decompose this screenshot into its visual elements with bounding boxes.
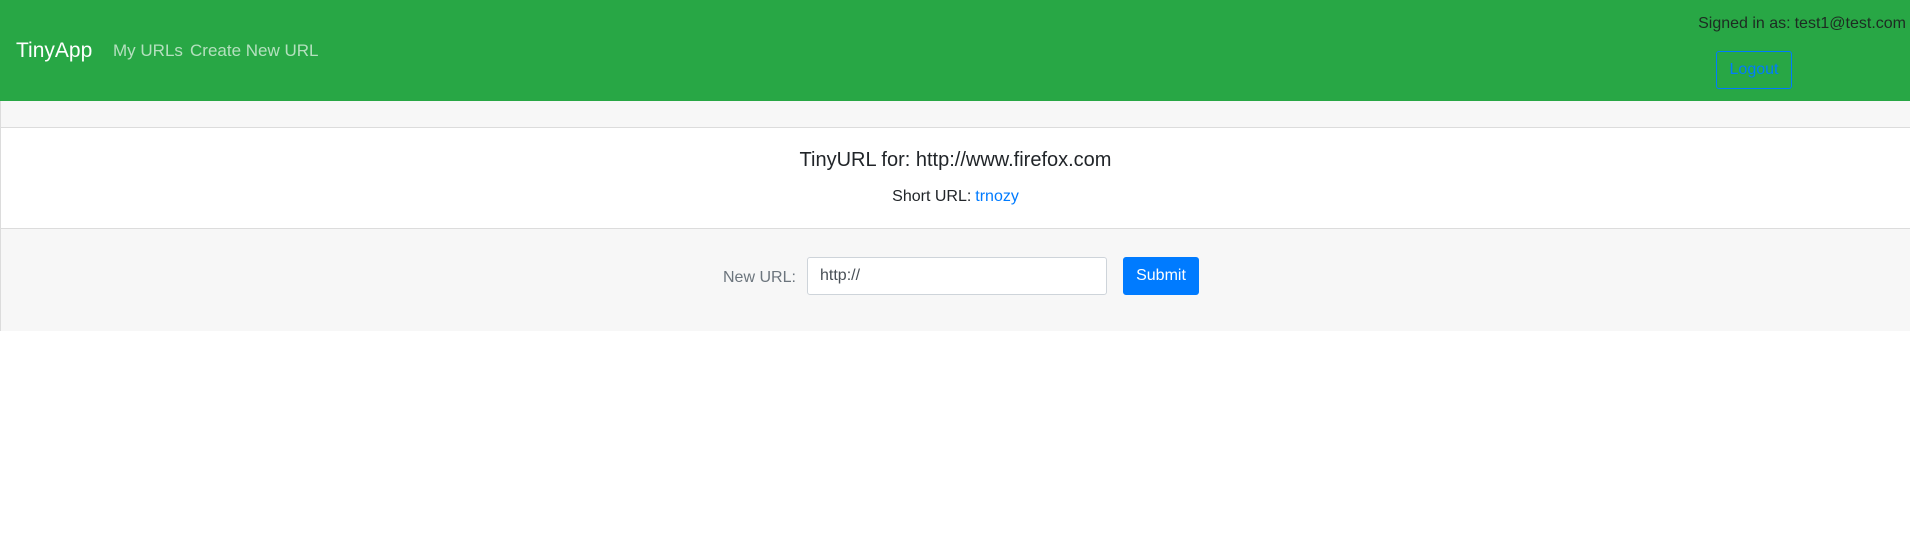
top-navbar: TinyApp My URLs Create New URL Signed in… [0,0,1910,101]
signed-in-label: Signed in as: [1698,15,1791,32]
logout-button[interactable]: Logout [1716,51,1792,89]
url-card: TinyURL for: http://www.firefox.com Shor… [0,101,1910,331]
short-url-link[interactable]: trnozy [975,188,1019,205]
card-title: TinyURL for: http://www.firefox.com [799,149,1112,171]
signed-in-status: Signed in as: test1@test.com [1698,14,1906,34]
card-header [1,101,1910,128]
nav-link-create-new-url[interactable]: Create New URL [190,41,319,61]
update-url-form: New URL: Submit [1,228,1910,331]
user-email: test1@test.com [1794,15,1906,32]
short-url-label: Short URL: [892,188,972,205]
card-body: TinyURL for: http://www.firefox.com Shor… [1,128,1910,228]
new-url-label: New URL: [723,269,796,286]
short-url-line: Short URL: trnozy [1,187,1910,207]
submit-button[interactable]: Submit [1123,257,1199,295]
new-url-input[interactable] [807,257,1107,295]
brand-link[interactable]: TinyApp [16,38,92,64]
nav-link-my-urls[interactable]: My URLs [113,41,183,61]
